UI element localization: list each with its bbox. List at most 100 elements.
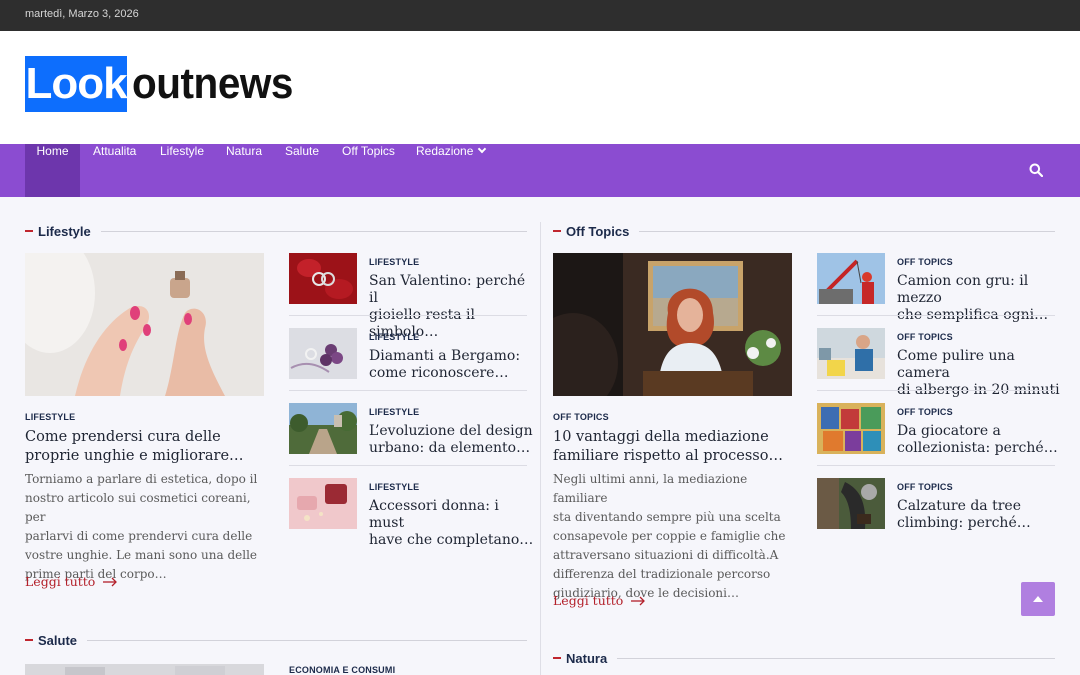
read-more-label: Leggi tutto — [25, 574, 96, 589]
excerpt-line: nostro articolo sui cosmetici coreani, p… — [25, 491, 251, 524]
article-title-line: collezionista: perché… — [897, 440, 1058, 456]
nav-item-natura[interactable]: Natura — [226, 144, 262, 197]
site-header: Look outnews — [0, 31, 1080, 144]
search-icon[interactable] — [1029, 163, 1043, 177]
section-rule — [100, 230, 527, 232]
excerpt-line: sta diventando sempre più una scelta — [553, 510, 781, 524]
site-logo[interactable]: Look outnews — [25, 56, 307, 112]
chevron-down-icon — [478, 144, 487, 154]
thumb-san-valentino[interactable] — [289, 253, 357, 304]
article-category[interactable]: LIFESTYLE — [369, 332, 419, 342]
featured-title[interactable]: Come prendersi cura delle proprie unghie… — [25, 428, 265, 466]
article-category[interactable]: OFF TOPICS — [897, 257, 953, 267]
featured-image-nails[interactable] — [25, 253, 264, 396]
section-title-lifestyle: Lifestyle — [25, 221, 527, 241]
excerpt-line: Negli ultimi anni, la mediazione familia… — [553, 472, 748, 505]
current-date: martedì, Marzo 3, 2026 — [25, 8, 139, 20]
excerpt-line: differenza del tradizionale percorso — [553, 567, 771, 581]
nav-item-salute[interactable]: Salute — [285, 144, 319, 197]
section-title-text[interactable]: Off Topics — [566, 224, 629, 239]
nav-item-lifestyle[interactable]: Lifestyle — [160, 144, 204, 197]
featured-category[interactable]: OFF TOPICS — [553, 412, 609, 422]
section-title-salute: Salute — [25, 630, 527, 650]
section-title-text[interactable]: Lifestyle — [38, 224, 91, 239]
excerpt-line: Torniamo a parlare di estetica, dopo il — [25, 472, 258, 486]
article-category[interactable]: OFF TOPICS — [897, 482, 953, 492]
section-accent — [553, 657, 561, 659]
nav-item-attualita[interactable]: Attualita — [93, 144, 136, 197]
article-title[interactable]: L’evoluzione del design urbano: da elemen… — [369, 423, 534, 457]
article-title-line: Camion con gru: il mezzo — [897, 273, 1029, 306]
excerpt-line: vostre unghie. Le mani sono una delle — [25, 548, 258, 562]
article-category[interactable]: OFF TOPICS — [897, 407, 953, 417]
read-more-label: Leggi tutto — [553, 593, 624, 608]
excerpt-line: parlarvi di come prendervi cura delle — [25, 529, 253, 543]
article-title-line: Come pulire una camera — [897, 348, 1015, 381]
thumb-collezionista[interactable] — [817, 403, 885, 454]
featured-image-salute[interactable] — [25, 662, 264, 675]
article-title-line: urbano: da elemento… — [369, 440, 531, 456]
section-title-natura: Natura — [553, 648, 1055, 668]
chevron-up-icon — [1033, 596, 1043, 602]
article-category[interactable]: LIFESTYLE — [369, 482, 419, 492]
article-title-line: Accessori donna: i must — [369, 498, 499, 531]
article-title[interactable]: Come pulire una camera di albergo in 20 m… — [897, 348, 1067, 399]
article-category[interactable]: LIFESTYLE — [369, 407, 419, 417]
arrow-right-icon — [103, 577, 118, 586]
nav-item-redazione[interactable]: Redazione — [416, 144, 487, 197]
article-title[interactable]: Diamanti a Bergamo: come riconoscere… — [369, 348, 534, 382]
section-accent — [25, 639, 33, 641]
top-bar: martedì, Marzo 3, 2026 — [0, 0, 1080, 31]
list-separator — [289, 465, 527, 466]
article-title-line: San Valentino: perché il — [369, 273, 526, 306]
section-rule — [639, 230, 1055, 232]
article-category[interactable]: OFF TOPICS — [897, 332, 953, 342]
featured-title[interactable]: 10 vantaggi della mediazione familiare r… — [553, 428, 798, 466]
section-rule — [617, 657, 1055, 659]
logo-boxed-text: Look — [25, 56, 128, 112]
list-separator — [817, 465, 1055, 466]
featured-title-line: 10 vantaggi della mediazione — [553, 429, 769, 445]
featured-image-mediazione[interactable] — [553, 253, 792, 396]
section-title-text[interactable]: Natura — [566, 651, 607, 666]
section-accent — [25, 230, 33, 232]
section-title-off-topics: Off Topics — [553, 221, 1055, 241]
thumb-diamanti[interactable] — [289, 328, 357, 379]
list-separator — [289, 390, 527, 391]
column-divider — [540, 222, 541, 675]
article-category[interactable]: LIFESTYLE — [369, 257, 419, 267]
section-title-text[interactable]: Salute — [38, 633, 77, 648]
article-title[interactable]: Accessori donna: i must have che completa… — [369, 498, 534, 549]
article-title-line: have che completano… — [369, 532, 534, 548]
thumb-design-urbano[interactable] — [289, 403, 357, 454]
thumb-camion-gru[interactable] — [817, 253, 885, 304]
nav-item-home[interactable]: Home — [25, 144, 80, 197]
article-title[interactable]: Da giocatore a collezionista: perché… — [897, 423, 1067, 457]
article-category[interactable]: ECONOMIA E CONSUMI — [289, 665, 395, 675]
article-title-line: Diamanti a Bergamo: — [369, 348, 521, 364]
thumb-accessori[interactable] — [289, 478, 357, 529]
article-title-line: Calzature da tree — [897, 498, 1021, 514]
featured-title-line: proprie unghie e migliorare… — [25, 448, 244, 464]
article-title-line: L’evoluzione del design — [369, 423, 533, 439]
list-separator — [817, 390, 1055, 391]
article-title-line: climbing: perché… — [897, 515, 1031, 531]
back-to-top-button[interactable] — [1021, 582, 1055, 616]
article-title-line: Da giocatore a — [897, 423, 1001, 439]
read-more-link[interactable]: Leggi tutto — [25, 574, 118, 589]
thumb-camera-albergo[interactable] — [817, 328, 885, 379]
section-accent — [553, 230, 561, 232]
section-rule — [87, 639, 527, 641]
excerpt-line: consapevole per coppie e famiglie che — [553, 529, 786, 543]
read-more-link[interactable]: Leggi tutto — [553, 593, 646, 608]
featured-excerpt: Negli ultimi anni, la mediazione familia… — [553, 470, 801, 603]
featured-category[interactable]: LIFESTYLE — [25, 412, 75, 422]
excerpt-line: attraversano situazioni di difficoltà.A — [553, 548, 779, 562]
article-title[interactable]: Calzature da tree climbing: perché… — [897, 498, 1067, 532]
nav-item-off-topics[interactable]: Off Topics — [342, 144, 395, 197]
article-title[interactable]: San Valentino: perché il gioiello resta i… — [369, 273, 534, 341]
logo-text: outnews — [132, 59, 293, 108]
article-title[interactable]: Camion con gru: il mezzo che semplifica o… — [897, 273, 1067, 324]
thumb-tree-climbing[interactable] — [817, 478, 885, 529]
featured-title-line: familiare rispetto al processo… — [553, 448, 783, 464]
